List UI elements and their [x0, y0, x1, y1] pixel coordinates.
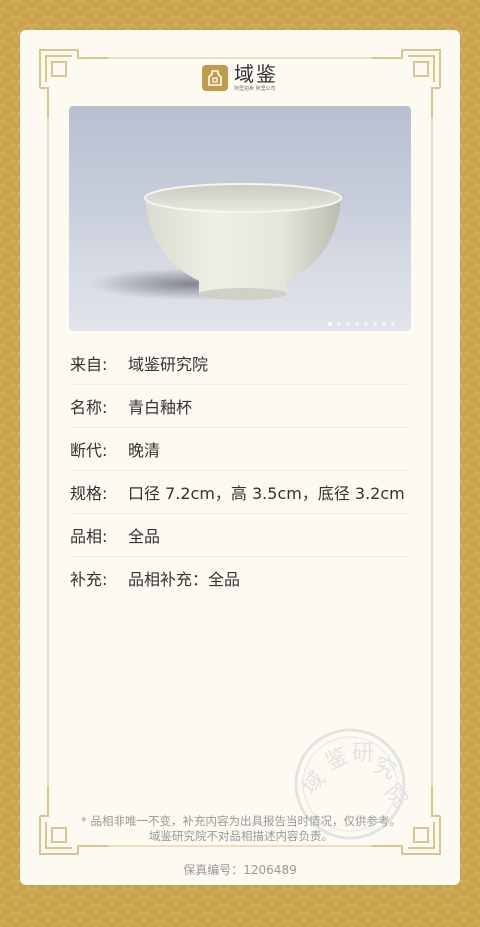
carousel-dot[interactable]	[364, 322, 368, 326]
detail-row-dimensions: 规格: 口径 7.2cm，高 3.5cm，底径 3.2cm	[70, 471, 410, 514]
detail-label: 规格:	[70, 484, 108, 503]
svg-text:域: 域	[297, 767, 330, 800]
detail-value: 域鉴研究院	[128, 355, 209, 374]
carousel-dot[interactable]	[373, 322, 377, 326]
detail-value: 晚清	[128, 441, 161, 460]
carousel-dot[interactable]	[355, 322, 359, 326]
disclaimer-note: * 品相非唯一不变，补充内容为出具报告当时情况，仅供参考。域鉴研究院不对品相描述…	[81, 814, 401, 843]
detail-value: 全品	[128, 527, 161, 546]
svg-text:鉴: 鉴	[322, 743, 353, 775]
carousel-dots	[328, 322, 395, 326]
detail-label: 断代:	[70, 441, 108, 460]
certificate-number: 保真编号：1206489	[183, 863, 297, 877]
brand-logo: 域鉴 阿里拍卖 阿里公司	[202, 63, 278, 92]
detail-value: 青白釉杯	[128, 398, 193, 417]
detail-label: 补充:	[70, 570, 108, 589]
carousel-dot[interactable]	[346, 322, 350, 326]
detail-row-name: 名称: 青白釉杯	[70, 385, 410, 428]
carousel-dot[interactable]	[382, 322, 386, 326]
carousel-dot[interactable]	[337, 322, 341, 326]
detail-label: 名称:	[70, 398, 108, 417]
detail-row-supplement: 补充: 品相补充：全品	[70, 557, 410, 599]
carousel-dot[interactable]	[328, 322, 332, 326]
porcelain-cup-image	[89, 183, 342, 300]
brand-name: 域鉴	[234, 62, 278, 86]
vase-logo-icon	[202, 64, 228, 91]
detail-value: 品相补充：全品	[128, 570, 241, 589]
detail-row-source: 来自: 域鉴研究院	[70, 342, 410, 385]
detail-label: 品相:	[70, 527, 108, 546]
item-photo-carousel[interactable]	[69, 106, 411, 331]
detail-row-period: 断代: 晚清	[70, 428, 410, 471]
detail-row-condition: 品相: 全品	[70, 514, 410, 557]
brand-subtitle: 阿里拍卖 阿里公司	[234, 86, 276, 92]
detail-label: 来自:	[70, 355, 108, 374]
svg-text:院: 院	[379, 780, 408, 813]
carousel-dot[interactable]	[391, 322, 395, 326]
svg-text:研: 研	[352, 741, 374, 766]
item-details-list: 来自: 域鉴研究院 名称: 青白釉杯 断代: 晚清 规格: 口径 7.2cm，高…	[70, 342, 410, 599]
detail-value: 口径 7.2cm，高 3.5cm，底径 3.2cm	[128, 484, 405, 503]
